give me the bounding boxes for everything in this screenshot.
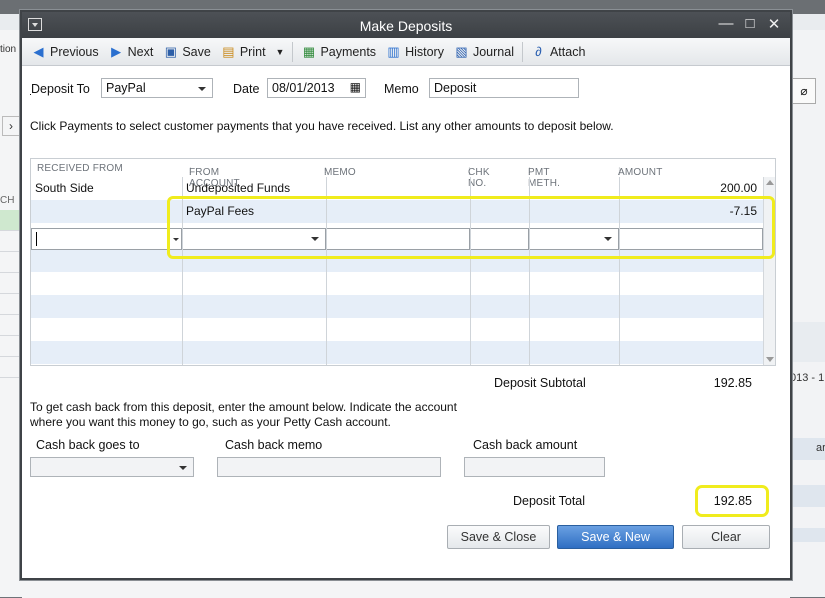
make-deposits-window: Make Deposits — □ ✕ ◀ Previous ▶ Next ▣ … bbox=[20, 10, 792, 580]
cashback-memo-field[interactable] bbox=[217, 457, 441, 477]
background-row bbox=[0, 273, 22, 294]
calendar-icon[interactable]: ▦ bbox=[350, 80, 361, 94]
payments-button[interactable]: ▦ Payments bbox=[296, 41, 381, 63]
deposit-subtotal-label: Deposit Subtotal bbox=[494, 376, 586, 390]
background-right-panel: ⌀ 013 - 1 ar bbox=[790, 30, 825, 597]
background-panel bbox=[790, 322, 825, 362]
background-bottom-bar bbox=[22, 578, 790, 598]
previous-button[interactable]: ◀ Previous bbox=[26, 41, 104, 63]
table-row[interactable] bbox=[31, 318, 763, 341]
received-from-input[interactable] bbox=[31, 228, 182, 250]
date-label: Date bbox=[233, 82, 260, 96]
table-row[interactable] bbox=[31, 341, 763, 364]
paperclip-icon: ∂ bbox=[535, 44, 542, 59]
memo-label: Memo bbox=[384, 82, 419, 96]
chevron-down-icon bbox=[179, 466, 187, 470]
text-cursor bbox=[36, 232, 37, 246]
background-date-text: 013 - 1 bbox=[790, 372, 825, 384]
journal-button[interactable]: ▧ Journal bbox=[449, 41, 519, 63]
background-row bbox=[0, 315, 22, 336]
previous-label: Previous bbox=[50, 44, 99, 59]
toolbar: ◀ Previous ▶ Next ▣ Save ▤ Print ▼ ▦ Pay… bbox=[22, 38, 790, 66]
journal-label: Journal bbox=[472, 44, 514, 59]
deposit-subtotal-value: 192.85 bbox=[713, 376, 752, 390]
highlight-fee-rows bbox=[167, 196, 775, 259]
memo-value: Deposit bbox=[434, 81, 477, 95]
background-panel bbox=[790, 485, 825, 507]
print-label: Print bbox=[239, 44, 266, 59]
attach-button[interactable]: ∂ Attach bbox=[526, 41, 590, 63]
close-icon[interactable]: ✕ bbox=[764, 15, 784, 33]
printer-icon: ▤ bbox=[222, 44, 235, 59]
cashback-amount-field[interactable] bbox=[464, 457, 605, 477]
deposit-total-label: Deposit Total bbox=[513, 494, 586, 508]
deposit-table: RECEIVED FROM ⁞ FROM ACCOUNT ⁞ MEMO ⁞ CH… bbox=[30, 158, 776, 366]
save-new-button[interactable]: Save & New bbox=[557, 525, 674, 549]
background-row bbox=[0, 357, 22, 378]
paperclip-icon[interactable]: ⌀ bbox=[792, 78, 816, 104]
cashback-goes-to-label: Cash back goes to bbox=[36, 438, 140, 452]
chevron-down-icon[interactable]: ▼ bbox=[276, 47, 285, 57]
deposit-to-select[interactable]: PayPal bbox=[101, 78, 213, 98]
background-row bbox=[0, 294, 22, 315]
background-row bbox=[0, 252, 22, 273]
background-row bbox=[0, 336, 22, 357]
arrow-left-icon: ◀ bbox=[33, 44, 44, 59]
background-col-header: CH bbox=[0, 195, 15, 206]
history-icon: ▥ bbox=[387, 44, 400, 59]
attach-label: Attach bbox=[549, 44, 586, 59]
cashback-account-select[interactable] bbox=[30, 457, 194, 477]
save-label: Save bbox=[182, 44, 211, 59]
highlight-total bbox=[695, 485, 769, 517]
journal-icon: ▧ bbox=[455, 44, 468, 59]
background-panel bbox=[790, 528, 825, 542]
background-text: ar bbox=[816, 442, 825, 454]
arrow-right-icon: ▶ bbox=[111, 44, 122, 59]
deposit-to-label-text: Deposit To bbox=[31, 82, 90, 96]
cashback-amount-label: Cash back amount bbox=[473, 438, 578, 452]
memo-field[interactable]: Deposit bbox=[429, 78, 579, 98]
received-from-cell[interactable] bbox=[31, 200, 182, 223]
received-from-cell[interactable]: South Side bbox=[31, 177, 182, 200]
toolbar-divider bbox=[292, 41, 294, 62]
date-value: 08/01/2013 bbox=[272, 81, 335, 95]
background-row bbox=[0, 231, 22, 252]
cashback-instructions-line1: To get cash back from this deposit, ente… bbox=[30, 400, 457, 414]
maximize-icon[interactable]: □ bbox=[740, 15, 760, 32]
clear-button[interactable]: Clear bbox=[682, 525, 770, 549]
next-button[interactable]: ▶ Next bbox=[104, 41, 159, 63]
cashback-memo-label: Cash back memo bbox=[225, 438, 323, 452]
background-row bbox=[0, 210, 22, 231]
instructions-text: Click Payments to select customer paymen… bbox=[30, 119, 614, 133]
background-chevron-icon[interactable]: › bbox=[2, 116, 20, 136]
payments-label: Payments bbox=[320, 44, 377, 59]
save-button[interactable]: ▣ Save bbox=[158, 41, 216, 63]
table-header: RECEIVED FROM ⁞ FROM ACCOUNT ⁞ MEMO ⁞ CH… bbox=[37, 163, 663, 189]
history-label: History bbox=[405, 44, 444, 59]
cashback-instructions-line2: where you want this money to go, such as… bbox=[30, 415, 391, 429]
column-header: RECEIVED FROM bbox=[37, 163, 123, 174]
floppy-disk-icon: ▣ bbox=[164, 44, 177, 59]
table-row[interactable] bbox=[31, 295, 763, 318]
history-button[interactable]: ▥ History bbox=[381, 41, 449, 63]
date-field[interactable]: 08/01/2013 ▦ bbox=[267, 78, 366, 98]
deposit-to-label: DDeposit To bbox=[30, 82, 90, 96]
next-label: Next bbox=[127, 44, 154, 59]
toolbar-divider bbox=[521, 41, 523, 62]
chevron-down-icon bbox=[198, 87, 206, 91]
scroll-up-icon[interactable] bbox=[766, 180, 774, 185]
print-button[interactable]: ▤ Print ▼ bbox=[216, 41, 290, 63]
deposit-to-value: PayPal bbox=[106, 81, 146, 95]
background-left-label: tion bbox=[0, 44, 17, 55]
save-close-button[interactable]: Save & Close bbox=[447, 525, 550, 549]
scroll-down-icon[interactable] bbox=[766, 357, 774, 362]
table-row[interactable] bbox=[31, 272, 763, 295]
title-bar: Make Deposits — □ ✕ bbox=[22, 12, 790, 38]
window-title: Make Deposits bbox=[359, 18, 453, 34]
minimize-icon[interactable]: — bbox=[716, 15, 736, 32]
payments-icon: ▦ bbox=[302, 44, 316, 59]
